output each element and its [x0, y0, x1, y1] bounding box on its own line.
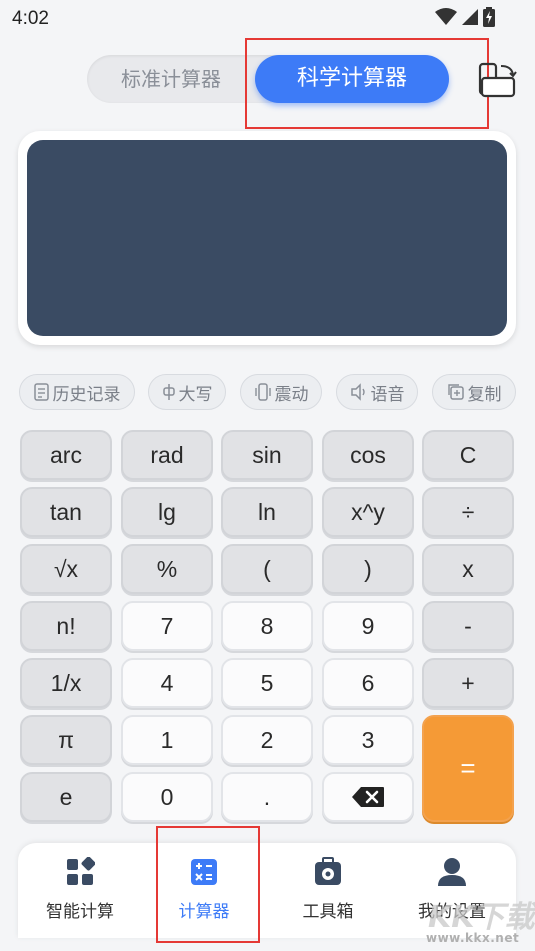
key-percent[interactable]: % [121, 544, 213, 594]
key-9[interactable]: 9 [322, 601, 414, 651]
key-right-paren[interactable]: ) [322, 544, 414, 594]
key-e[interactable]: e [20, 772, 112, 822]
key-factorial[interactable]: n! [20, 601, 112, 651]
copy-button[interactable]: 复制 [432, 374, 516, 410]
nav-smart-calc-label: 智能计算 [46, 902, 114, 922]
uppercase-label: 大写 [178, 384, 213, 405]
key-multiply[interactable]: x [422, 544, 514, 594]
key-minus[interactable]: - [422, 601, 514, 651]
status-bar: 4:02 [0, 0, 535, 36]
watermark-url: www.kkx.net [426, 931, 520, 945]
key-4[interactable]: 4 [121, 658, 213, 708]
uppercase-icon [162, 384, 175, 400]
voice-button[interactable]: 语音 [336, 374, 418, 410]
key-power[interactable]: x^y [322, 487, 414, 537]
key-3[interactable]: 3 [322, 715, 414, 765]
key-1[interactable]: 1 [121, 715, 213, 765]
key-pi[interactable]: π [20, 715, 112, 765]
vibrate-icon [254, 383, 271, 401]
key-cos[interactable]: cos [322, 430, 414, 480]
history-label: 历史记录 [52, 384, 121, 405]
key-equals[interactable]: = [422, 715, 514, 822]
tab-standard-calculator[interactable]: 标准计算器 [87, 55, 255, 103]
copy-label: 复制 [467, 384, 502, 405]
rotate-screen-button[interactable] [476, 60, 520, 104]
vibrate-button[interactable]: 震动 [240, 374, 322, 410]
key-sin[interactable]: sin [221, 430, 313, 480]
key-plus[interactable]: + [422, 658, 514, 708]
key-5[interactable]: 5 [221, 658, 313, 708]
key-arc[interactable]: arc [20, 430, 112, 480]
key-2[interactable]: 2 [221, 715, 313, 765]
display-card [18, 131, 516, 345]
history-icon [33, 383, 49, 401]
key-divide[interactable]: ÷ [422, 487, 514, 537]
calculator-display [27, 140, 507, 336]
vibrate-label: 震动 [274, 384, 309, 405]
watermark: KK下载 www.kkx.net [418, 892, 535, 948]
history-button[interactable]: 历史记录 [19, 374, 135, 410]
copy-icon [447, 384, 464, 400]
user-icon [438, 858, 466, 886]
nav-toolbox[interactable]: 工具箱 [266, 843, 390, 938]
key-left-paren[interactable]: ( [221, 544, 313, 594]
key-ln[interactable]: ln [221, 487, 313, 537]
speaker-icon [350, 383, 365, 401]
backspace-icon [352, 787, 384, 807]
key-sqrt[interactable]: √x [20, 544, 112, 594]
wifi-icon [435, 8, 457, 25]
battery-charging-icon [483, 7, 495, 27]
key-tan[interactable]: tan [20, 487, 112, 537]
cell-signal-icon [462, 9, 478, 25]
key-8[interactable]: 8 [221, 601, 313, 651]
key-rad[interactable]: rad [121, 430, 213, 480]
key-lg[interactable]: lg [121, 487, 213, 537]
key-0[interactable]: 0 [121, 772, 213, 822]
watermark-logo: KK下载 [428, 900, 535, 935]
nav-toolbox-label: 工具箱 [302, 902, 354, 922]
status-icons [435, 7, 495, 27]
key-reciprocal[interactable]: 1/x [20, 658, 112, 708]
key-clear[interactable]: C [422, 430, 514, 480]
voice-label: 语音 [370, 384, 405, 405]
uppercase-button[interactable]: 大写 [148, 374, 226, 410]
highlight-box-calculator-nav [156, 826, 260, 943]
key-7[interactable]: 7 [121, 601, 213, 651]
key-6[interactable]: 6 [322, 658, 414, 708]
key-backspace[interactable] [322, 772, 414, 822]
grid-apps-icon [67, 857, 95, 885]
key-decimal[interactable]: . [221, 772, 313, 822]
nav-smart-calc[interactable]: 智能计算 [18, 843, 142, 938]
toolbox-icon [315, 857, 341, 885]
highlight-box-scientific-tab [245, 38, 489, 129]
status-time: 4:02 [12, 8, 49, 29]
rotate-screen-icon [478, 62, 517, 98]
